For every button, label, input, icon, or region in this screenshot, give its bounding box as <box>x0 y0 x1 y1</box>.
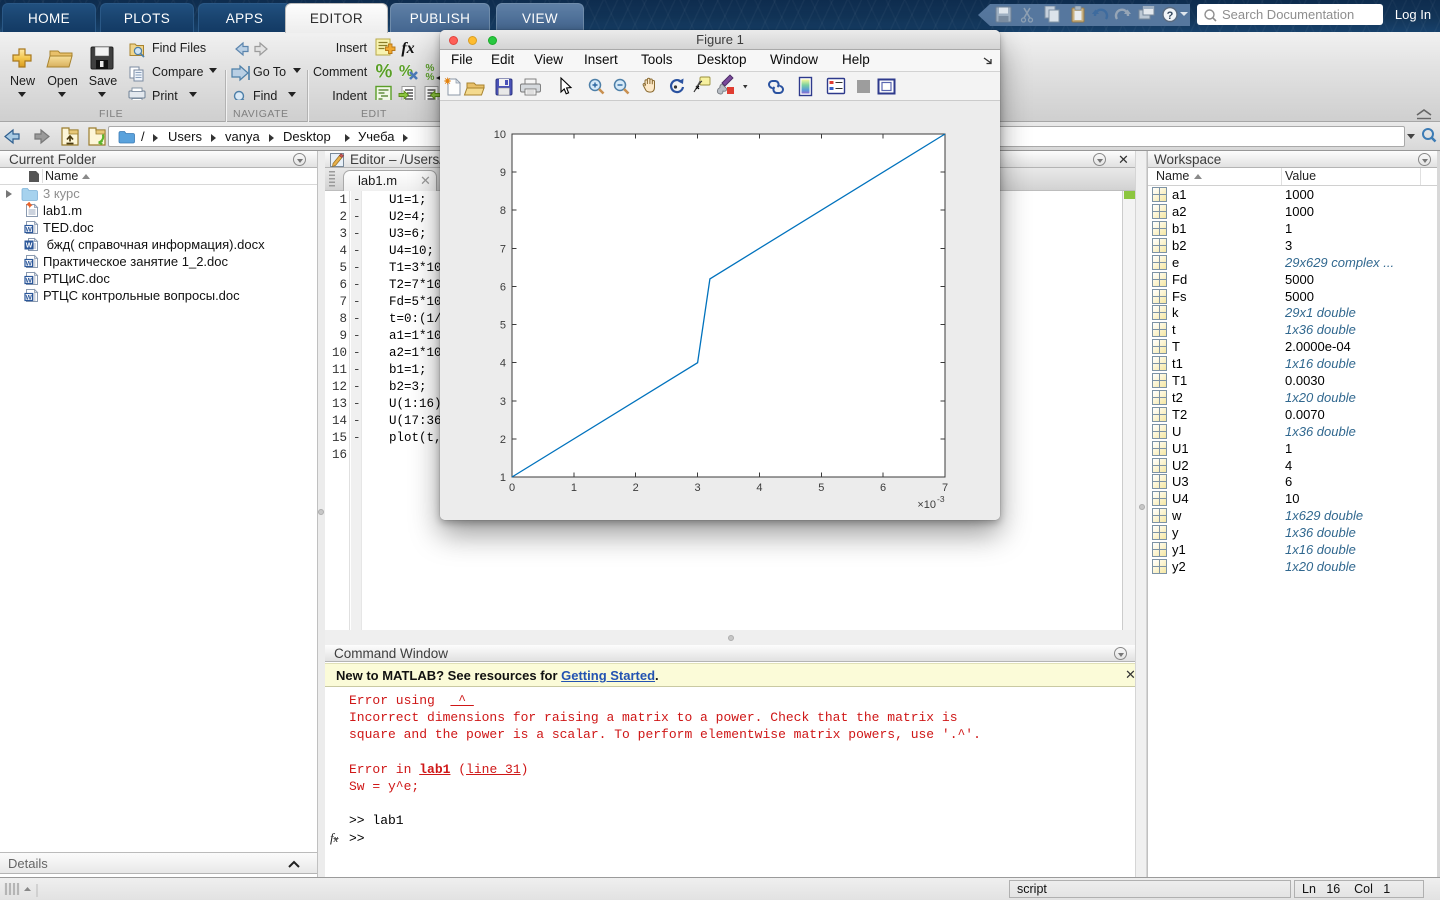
svg-text:4: 4 <box>500 358 506 370</box>
svg-text:7: 7 <box>500 243 506 255</box>
svg-text:1: 1 <box>500 472 506 484</box>
svg-text:6: 6 <box>880 482 886 494</box>
svg-text:fx: fx <box>401 40 414 57</box>
svg-text:W: W <box>26 226 33 233</box>
svg-text:10: 10 <box>494 129 506 141</box>
svg-text:?: ? <box>1167 10 1174 22</box>
svg-text:7: 7 <box>942 482 948 494</box>
svg-text:1: 1 <box>571 482 577 494</box>
svg-text:2: 2 <box>633 482 639 494</box>
svg-text:2: 2 <box>500 434 506 446</box>
svg-text:W: W <box>26 260 33 267</box>
svg-text:-3: -3 <box>937 494 945 504</box>
svg-text:W: W <box>26 294 33 301</box>
svg-text:5: 5 <box>818 482 824 494</box>
svg-text:3: 3 <box>500 396 506 408</box>
svg-text:W: W <box>26 243 33 250</box>
svg-text:0: 0 <box>509 482 515 494</box>
svg-text:W: W <box>26 277 33 284</box>
svg-text:3: 3 <box>695 482 701 494</box>
svg-text:9: 9 <box>500 167 506 179</box>
svg-text:%: % <box>376 62 393 83</box>
svg-text:5: 5 <box>500 320 506 332</box>
svg-text:%: % <box>426 72 435 83</box>
svg-text:6: 6 <box>500 281 506 293</box>
svg-text:×10: ×10 <box>917 499 936 511</box>
svg-text:4: 4 <box>756 482 762 494</box>
svg-text:8: 8 <box>500 205 506 217</box>
